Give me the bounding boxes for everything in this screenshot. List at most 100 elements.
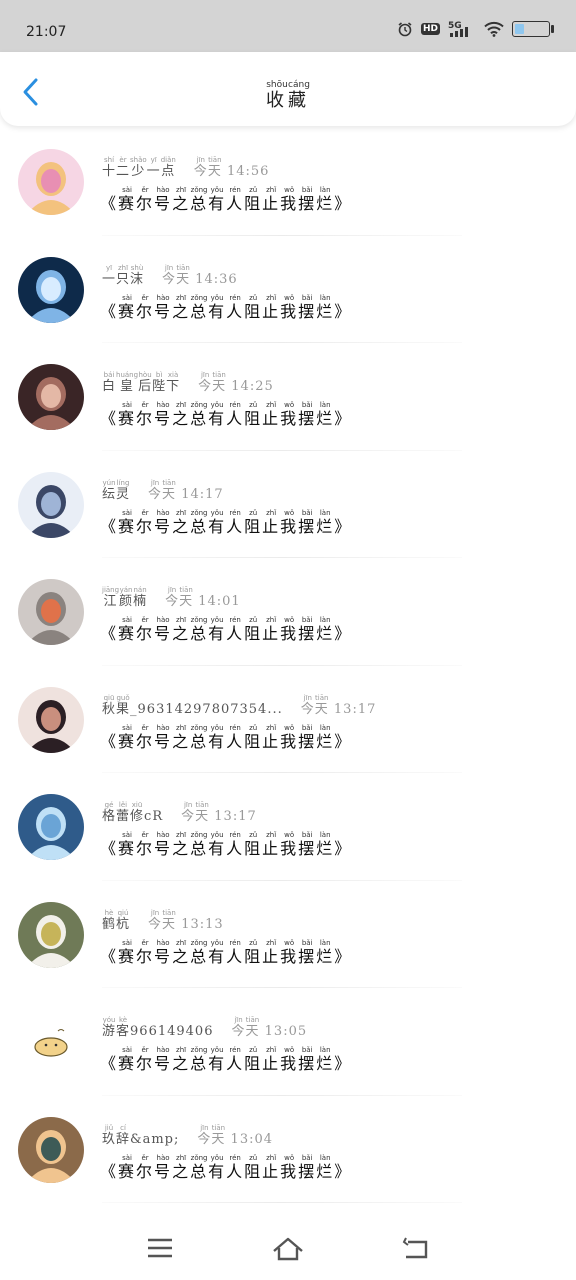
msg-char: 烂làn bbox=[316, 831, 335, 858]
msg-char: 摆bǎi bbox=[298, 508, 317, 536]
favorite-title: 《赛sài尔ěr号hào之zhī总zǒng有yǒu人rén阻zǔ止zhǐ我wǒ摆… bbox=[100, 401, 352, 429]
msg-char: 总zǒng bbox=[190, 508, 209, 536]
msg-char: 赛sài bbox=[118, 1153, 137, 1181]
msg-char: 止zhǐ bbox=[262, 508, 281, 536]
avatar[interactable] bbox=[18, 579, 84, 645]
time-char: 天tiān bbox=[211, 1123, 226, 1147]
msg-char: 之zhī bbox=[172, 508, 191, 536]
favorite-title: 《赛sài尔ěr号hào之zhī总zǒng有yǒu人rén阻zǔ止zhǐ我wǒ摆… bbox=[100, 1046, 352, 1074]
msg-char: 《 bbox=[100, 946, 119, 966]
msg-char: 阻zǔ bbox=[244, 1046, 263, 1073]
time-char: 今jīn bbox=[193, 156, 208, 179]
name-char: 蕾lěi bbox=[116, 801, 131, 824]
msg-char: 》 bbox=[334, 516, 353, 536]
msg-char: 有yǒu bbox=[208, 1046, 227, 1073]
favorite-title: 《赛sài尔ěr号hào之zhī总zǒng有yǒu人rén阻zǔ止zhǐ我wǒ摆… bbox=[100, 186, 352, 214]
msg-char: 止zhǐ bbox=[262, 831, 281, 858]
favorite-item[interactable]: 十shí二èr少shǎo一yī点diǎn 今jīn天tiān 14:56 《赛sài… bbox=[0, 128, 576, 236]
favorite-item[interactable]: 鹤hè杭qiú 今jīn天tiān 13:13 《赛sài尔ěr号hào之zhī总z… bbox=[0, 881, 576, 988]
msg-char: 赛sài bbox=[118, 293, 137, 321]
favorite-title: 《赛sài尔ěr号hào之zhī总zǒng有yǒu人rén阻zǔ止zhǐ我wǒ摆… bbox=[100, 939, 352, 967]
msg-char: 止zhǐ bbox=[262, 186, 281, 213]
favorite-item[interactable]: 江jiāng颜yán楠nán 今jīn天tiān 14:01 《赛sài尔ěr号hà… bbox=[0, 558, 576, 666]
msg-char: 我wǒ bbox=[280, 938, 299, 966]
name-char: 一yī bbox=[102, 263, 117, 287]
favorite-item[interactable]: 玖jiǔ辞cí&amp; 今jīn天tiān 13:04 《赛sài尔ěr号hào之… bbox=[0, 1096, 576, 1203]
favorite-item[interactable]: 游yóu客kè966149406 今jīn天tiān 13:05 《赛sài尔ěr号… bbox=[0, 988, 576, 1096]
favorite-item[interactable]: 纭yún灵líng 今jīn天tiān 14:17 《赛sài尔ěr号hào之zhī… bbox=[0, 451, 576, 558]
msg-char: 阻zǔ bbox=[244, 616, 263, 643]
avatar[interactable] bbox=[18, 1009, 84, 1075]
name-char: 点diǎn bbox=[160, 156, 176, 179]
favorite-title: 《赛sài尔ěr号hào之zhī总zǒng有yǒu人rén阻zǔ止zhǐ我wǒ摆… bbox=[100, 1154, 352, 1182]
battery-level bbox=[515, 24, 524, 34]
msg-char: 》 bbox=[334, 731, 353, 751]
time-char: 天tiān bbox=[314, 693, 329, 717]
avatar[interactable] bbox=[18, 686, 84, 753]
avatar[interactable] bbox=[18, 149, 84, 215]
name-char: 只zhī bbox=[116, 263, 131, 287]
timestamp: 今jīn天tiān 13:13 bbox=[148, 908, 224, 932]
msg-char: 之zhī bbox=[172, 186, 191, 213]
msg-char: 尔ěr bbox=[136, 938, 155, 966]
avatar[interactable] bbox=[18, 471, 84, 538]
msg-char: 人rén bbox=[226, 723, 245, 751]
time-char: 今jīn bbox=[181, 801, 196, 824]
msg-char: 赛sài bbox=[118, 401, 137, 428]
msg-char: 总zǒng bbox=[190, 401, 209, 428]
favorite-item[interactable]: 白bái皇huáng后hòu陛bì下xià 今jīn天tiān 14:25 《赛sà… bbox=[0, 343, 576, 451]
avatar[interactable] bbox=[18, 794, 84, 860]
msg-char: 《 bbox=[100, 409, 119, 428]
time-char: 天tiān bbox=[207, 156, 222, 179]
battery-icon bbox=[512, 21, 554, 37]
avatar[interactable] bbox=[18, 256, 84, 323]
wifi-icon bbox=[484, 21, 504, 37]
item-meta: 江jiāng颜yán楠nán 今jīn天tiān 14:01 bbox=[102, 586, 241, 609]
timestamp: 今jīn天tiān 13:17 bbox=[181, 801, 257, 824]
favorite-item[interactable]: 一yī只zhī沫shù 今jīn天tiān 14:36 《赛sài尔ěr号hào之z… bbox=[0, 236, 576, 343]
time-char: 天tiān bbox=[176, 263, 191, 287]
msg-char: 有yǒu bbox=[208, 831, 227, 858]
msg-char: 阻zǔ bbox=[244, 508, 263, 536]
msg-char: 摆bǎi bbox=[298, 616, 317, 643]
msg-char: 我wǒ bbox=[280, 723, 299, 751]
msg-char: 摆bǎi bbox=[298, 1046, 317, 1073]
msg-char: 尔ěr bbox=[136, 1046, 155, 1073]
msg-char: 人rén bbox=[226, 1153, 245, 1181]
nav-home-button[interactable] bbox=[268, 1234, 308, 1264]
name-char: 客kè bbox=[116, 1016, 131, 1039]
name-char: &amp; bbox=[130, 1131, 180, 1147]
favorite-item[interactable]: 秋qiū果guǒ_96314297807354... 今jīn天tiān 13:1… bbox=[0, 666, 576, 773]
msg-char: 有yǒu bbox=[208, 401, 227, 428]
name-char: 一yī bbox=[146, 156, 161, 179]
time-char: 天tiān bbox=[179, 586, 194, 609]
msg-char: 摆bǎi bbox=[298, 293, 317, 321]
time-char: 天tiān bbox=[245, 1016, 260, 1039]
avatar[interactable] bbox=[18, 364, 84, 430]
msg-char: 之zhī bbox=[172, 401, 191, 428]
msg-char: 人rén bbox=[226, 401, 245, 428]
msg-char: 我wǒ bbox=[280, 1046, 299, 1073]
msg-char: 我wǒ bbox=[280, 401, 299, 428]
msg-char: 《 bbox=[100, 194, 119, 213]
time-char: 天tiān bbox=[195, 801, 210, 824]
home-icon bbox=[273, 1237, 303, 1261]
nav-back-button[interactable] bbox=[396, 1234, 436, 1264]
msg-char: 号hào bbox=[154, 938, 173, 966]
title-char: 收shōu bbox=[266, 80, 288, 111]
msg-char: 止zhǐ bbox=[262, 293, 281, 321]
msg-char: 我wǒ bbox=[280, 1153, 299, 1181]
msg-char: 《 bbox=[100, 731, 119, 751]
nav-menu-button[interactable] bbox=[140, 1234, 180, 1264]
favorite-title: 《赛sài尔ěr号hào之zhī总zǒng有yǒu人rén阻zǔ止zhǐ我wǒ摆… bbox=[100, 616, 352, 644]
time-char: 今jīn bbox=[231, 1016, 246, 1039]
avatar[interactable] bbox=[18, 901, 84, 968]
avatar[interactable] bbox=[18, 1116, 84, 1183]
msg-char: 赛sài bbox=[118, 1046, 137, 1073]
item-meta: 游yóu客kè966149406 今jīn天tiān 13:05 bbox=[102, 1016, 307, 1039]
svg-text:5G: 5G bbox=[448, 21, 462, 31]
msg-char: 赛sài bbox=[118, 938, 137, 966]
msg-char: 赛sài bbox=[118, 723, 137, 751]
page-title-text: 收shōu藏cáng bbox=[266, 80, 310, 111]
favorite-item[interactable]: 格gé蕾lěi修xiūcR 今jīn天tiān 13:17 《赛sài尔ěr号hào… bbox=[0, 773, 576, 881]
